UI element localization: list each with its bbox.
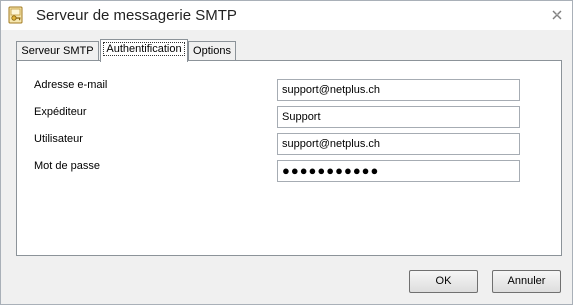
- tab-authentification[interactable]: Authentification: [100, 39, 188, 62]
- user-label: Utilisateur: [34, 133, 83, 145]
- sender-label: Expéditeur: [34, 106, 87, 118]
- title-bar[interactable]: Serveur de messagerie SMTP: [1, 1, 572, 30]
- close-icon[interactable]: [551, 9, 563, 21]
- ok-button[interactable]: OK: [409, 270, 478, 293]
- tab-label: Authentification: [103, 42, 185, 56]
- authentication-panel: Adresse e-mail support@netplus.ch Expédi…: [16, 60, 562, 256]
- sender-field[interactable]: Support: [277, 106, 520, 128]
- envelope-key-icon: [7, 6, 25, 24]
- password-label: Mot de passe: [34, 160, 101, 172]
- email-field[interactable]: support@netplus.ch: [277, 79, 520, 101]
- window-title: Serveur de messagerie SMTP: [36, 7, 237, 24]
- cancel-button[interactable]: Annuler: [492, 270, 561, 293]
- tab-label: Options: [193, 45, 231, 57]
- tab-label: Serveur SMTP: [21, 45, 94, 57]
- tab-options[interactable]: Options: [188, 41, 236, 60]
- user-field[interactable]: support@netplus.ch: [277, 133, 520, 155]
- tab-serveur-smtp[interactable]: Serveur SMTP: [16, 41, 99, 60]
- password-field[interactable]: ●●●●●●●●●●●: [277, 160, 520, 182]
- smtp-dialog-window: Serveur de messagerie SMTP Serveur SMTP …: [0, 0, 573, 305]
- email-label: Adresse e-mail: [34, 79, 108, 91]
